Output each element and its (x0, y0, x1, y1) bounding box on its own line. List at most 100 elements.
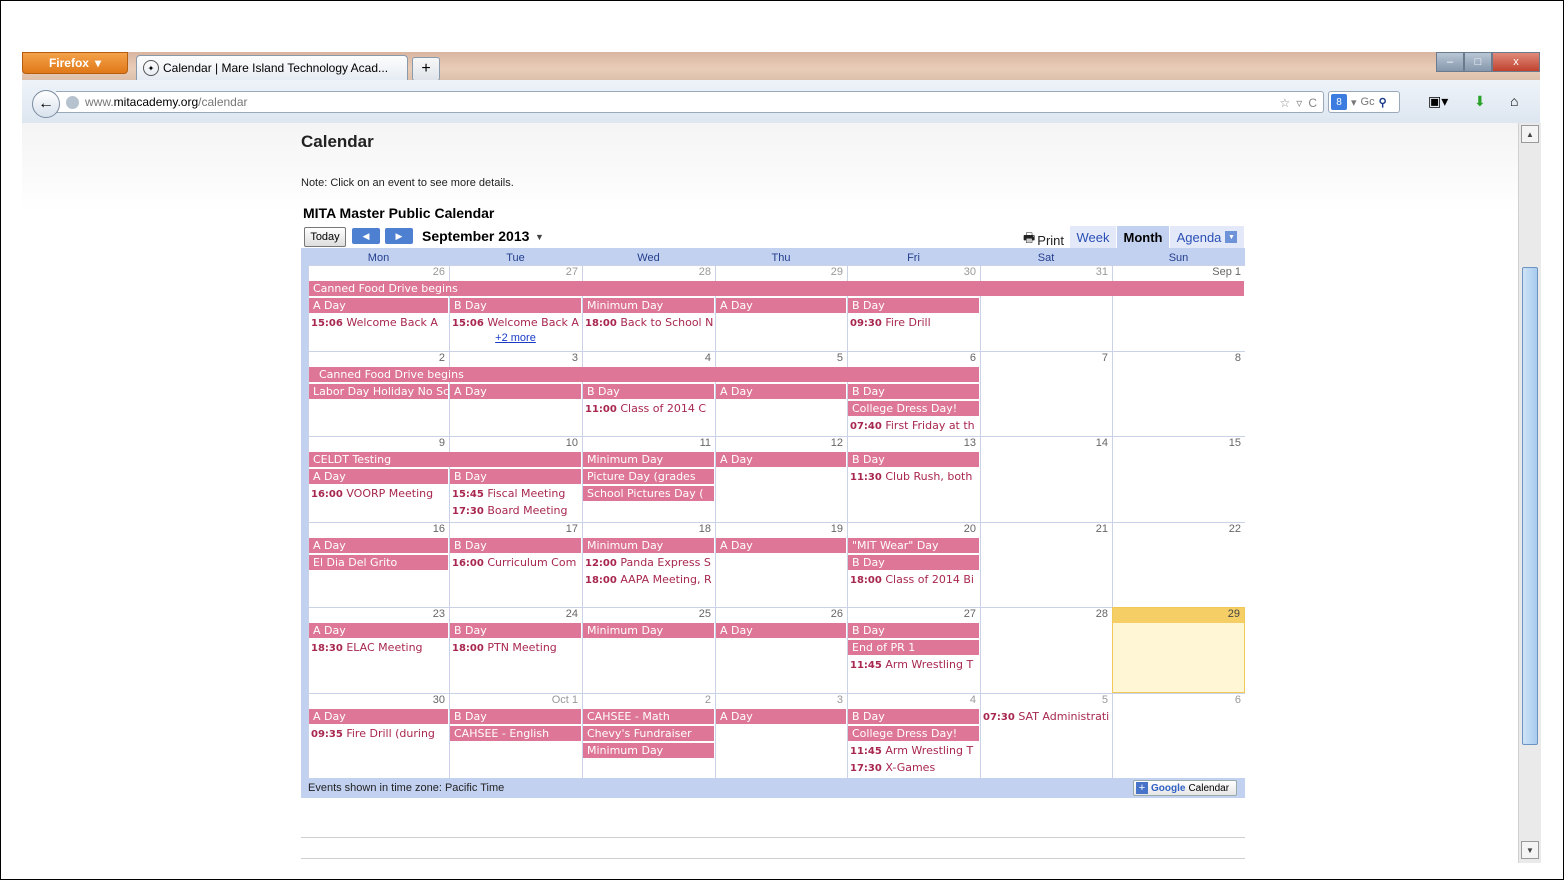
timed-event[interactable]: 17:30 Board Meeting (450, 503, 581, 518)
timed-event[interactable]: 11:45 Arm Wrestling T (848, 657, 979, 672)
day-cell[interactable]: 12 (715, 436, 847, 522)
event-bar[interactable]: B Day (583, 383, 714, 399)
event-bar[interactable]: A Day (716, 537, 846, 553)
timed-event[interactable]: 11:30 Club Rush, both (848, 469, 979, 484)
timed-event[interactable]: 12:00 Panda Express S (583, 555, 714, 570)
timed-event[interactable]: 09:30 Fire Drill (848, 315, 979, 330)
timed-event[interactable]: 07:40 First Friday at th (848, 418, 979, 433)
today-button[interactable]: Today (304, 227, 346, 247)
event-bar[interactable]: B Day (848, 554, 979, 570)
event-bar[interactable]: A Day (716, 298, 846, 313)
day-cell[interactable]: 28 (980, 607, 1112, 693)
back-button[interactable]: ← (32, 90, 60, 118)
event-bar[interactable]: A Day (309, 537, 448, 553)
bookmark-star-icon[interactable]: ☆ (1280, 96, 1291, 110)
event-bar[interactable]: A Day (450, 383, 581, 399)
timed-event[interactable]: 18:00 Class of 2014 Bi (848, 572, 979, 587)
timed-event[interactable]: 18:00 AAPA Meeting, R (583, 572, 714, 587)
timed-event[interactable]: 11:45 Arm Wrestling T (848, 743, 979, 758)
day-cell[interactable]: 6 (1112, 692, 1245, 778)
tab-week[interactable]: Week (1070, 226, 1116, 248)
event-bar[interactable]: "MIT Wear" Day (848, 537, 979, 553)
scroll-down-icon[interactable]: ▼ (1521, 841, 1539, 859)
event-bar[interactable]: A Day (716, 708, 846, 724)
month-picker-dropdown-icon[interactable]: ▼ (535, 232, 544, 242)
tab-calendar[interactable]: ✦ Calendar | Mare Island Technology Acad… (136, 55, 408, 80)
reload-icon[interactable]: C (1308, 96, 1317, 110)
event-bar[interactable]: College Dress Day! (848, 400, 979, 416)
minimize-button[interactable]: – (1436, 52, 1464, 72)
event-bar[interactable]: Minimum Day (583, 537, 714, 553)
event-bar[interactable]: CAHSEE - English (450, 725, 581, 741)
event-bar[interactable]: El Dia Del Grito (309, 554, 448, 570)
event-bar[interactable]: CELDT Testing (309, 452, 581, 467)
tab-agenda[interactable]: Agenda ▼ (1170, 226, 1244, 248)
day-cell[interactable]: 29 (1112, 607, 1245, 693)
close-button[interactable]: x (1492, 52, 1540, 72)
home-icon[interactable]: ⌂ (1510, 93, 1518, 109)
event-bar[interactable]: A Day (716, 452, 846, 467)
event-bar[interactable]: College Dress Day! (848, 725, 979, 741)
event-bar[interactable]: Canned Food Drive begins (309, 366, 979, 382)
google-calendar-button[interactable]: + Google Calendar (1133, 780, 1237, 796)
timed-event[interactable]: 16:00 VOORP Meeting (309, 486, 448, 501)
event-bar[interactable]: Minimum Day (583, 452, 714, 467)
magnifier-icon[interactable]: ⚲ (1379, 96, 1387, 109)
vertical-scrollbar[interactable]: ▲ ▼ (1518, 123, 1541, 863)
scroll-up-icon[interactable]: ▲ (1521, 125, 1539, 143)
event-bar[interactable]: B Day (848, 708, 979, 724)
event-bar[interactable]: A Day (716, 383, 846, 399)
day-cell[interactable]: 14 (980, 436, 1112, 522)
day-cell[interactable]: 19 (715, 521, 847, 607)
day-cell[interactable]: 3 (715, 692, 847, 778)
day-cell[interactable]: 26 (715, 607, 847, 693)
event-bar[interactable]: A Day (309, 469, 448, 484)
event-bar[interactable]: Labor Day Holiday No School (309, 383, 448, 399)
event-bar[interactable]: Chevy's Fundraiser (583, 725, 714, 741)
day-cell[interactable]: 7 (980, 350, 1112, 436)
scrollbar-thumb[interactable] (1522, 267, 1538, 745)
view-dropdown-icon[interactable]: ▼ (1225, 231, 1238, 243)
timed-event[interactable]: 07:30 SAT Administrati (981, 709, 1111, 724)
timed-event[interactable]: 15:45 Fiscal Meeting (450, 486, 581, 501)
tab-month[interactable]: Month (1117, 226, 1169, 248)
timed-event[interactable]: 11:00 Class of 2014 C (583, 401, 714, 416)
url-bar[interactable]: www. mitacademy.org/calendar ☆ ▿ C (56, 91, 1324, 113)
prev-month-button[interactable]: ◀ (352, 228, 380, 244)
day-cell[interactable]: 22 (1112, 521, 1245, 607)
event-bar[interactable]: B Day (450, 708, 581, 724)
history-dropdown-icon[interactable]: ▿ (1296, 96, 1302, 110)
event-bar[interactable]: A Day (716, 623, 846, 638)
event-bar[interactable]: A Day (309, 623, 448, 638)
timed-event[interactable]: 09:35 Fire Drill (during (309, 726, 448, 741)
timed-event[interactable]: 15:06 Welcome Back A (309, 315, 448, 330)
new-tab-button[interactable]: + (412, 57, 440, 81)
day-cell[interactable]: Sep 1 (1112, 265, 1245, 351)
more-events-link[interactable]: +2 more (449, 332, 582, 346)
event-bar[interactable]: CAHSEE - Math (583, 708, 714, 724)
event-bar[interactable]: Picture Day (grades (583, 469, 714, 484)
event-bar[interactable]: B Day (450, 623, 581, 638)
next-month-button[interactable]: ▶ (385, 228, 413, 244)
event-bar[interactable]: B Day (450, 469, 581, 484)
search-box[interactable]: 8 ▾ Gc ⚲ (1328, 91, 1400, 113)
timed-event[interactable]: 18:30 ELAC Meeting (309, 640, 448, 655)
event-bar[interactable]: End of PR 1 (848, 640, 979, 655)
timed-event[interactable]: 17:30 X-Games (848, 760, 979, 775)
day-cell[interactable]: 21 (980, 521, 1112, 607)
event-bar[interactable]: B Day (848, 383, 979, 399)
event-bar[interactable]: B Day (848, 623, 979, 638)
firefox-menu-button[interactable]: Firefox ▾ (22, 52, 128, 74)
day-cell[interactable]: 5 (980, 692, 1112, 778)
event-bar[interactable]: B Day (450, 537, 581, 553)
day-cell[interactable]: 8 (1112, 350, 1245, 436)
event-bar[interactable]: B Day (848, 298, 979, 313)
event-bar[interactable]: B Day (450, 298, 581, 313)
download-icon[interactable]: ⬇ (1474, 93, 1486, 110)
day-cell[interactable]: 25 (582, 607, 715, 693)
event-bar[interactable]: Minimum Day (583, 623, 714, 638)
timed-event[interactable]: 18:00 PTN Meeting (450, 640, 581, 655)
event-bar[interactable]: A Day (309, 708, 448, 724)
maximize-button[interactable]: □ (1464, 52, 1492, 72)
event-bar[interactable]: School Pictures Day ( (583, 486, 714, 501)
